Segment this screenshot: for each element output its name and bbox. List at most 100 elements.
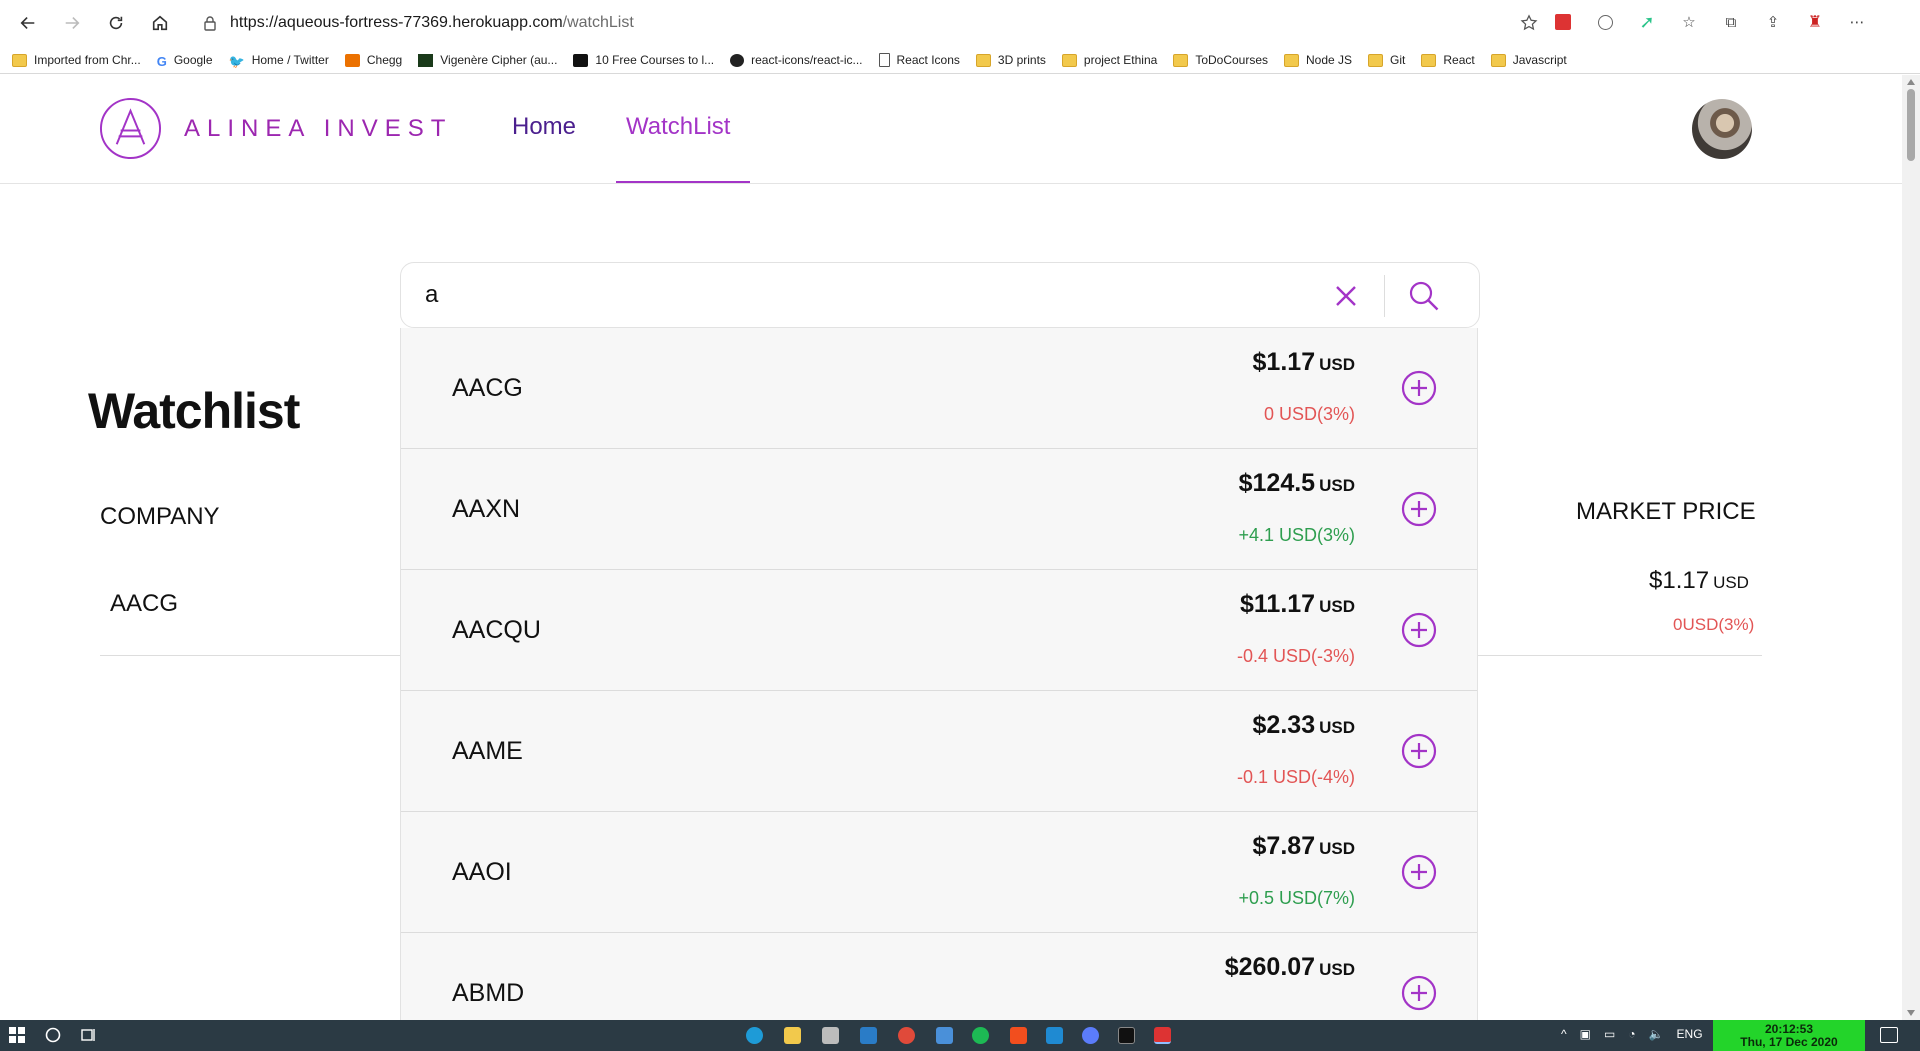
result-price: $2.33 USD xyxy=(1253,711,1355,740)
task-view-icon[interactable] xyxy=(80,1026,98,1044)
avatar[interactable] xyxy=(1692,99,1752,159)
spotify-app-icon[interactable] xyxy=(972,1027,989,1044)
result-change: 0 USD(3%) xyxy=(1263,404,1355,424)
nav-home[interactable]: Home xyxy=(512,113,576,141)
watchlist-row-symbol[interactable]: AACG xyxy=(110,590,178,618)
scroll-down-icon[interactable] xyxy=(1907,1010,1915,1016)
result-symbol: AACQU xyxy=(452,616,541,644)
bookmark-label: Chegg xyxy=(366,53,403,67)
bookmark-item[interactable]: project Ethina xyxy=(1061,53,1157,67)
url-host: https://aqueous-fortress-77369.herokuapp… xyxy=(230,14,563,31)
currency-label: USD xyxy=(1319,839,1355,858)
price-value: $260.07 xyxy=(1224,953,1316,981)
add-to-watchlist-icon[interactable] xyxy=(1401,975,1437,1011)
bookmark-label: Vigenère Cipher (au... xyxy=(440,53,558,67)
bookmark-item[interactable]: Git xyxy=(1368,53,1405,67)
result-symbol: AAXN xyxy=(452,495,521,523)
add-to-watchlist-icon[interactable] xyxy=(1401,370,1437,406)
google-icon: G xyxy=(156,53,167,69)
share-icon[interactable]: ⇪ xyxy=(1762,11,1784,33)
cortana-search-icon[interactable] xyxy=(44,1026,62,1044)
price-value: $7.87 xyxy=(1252,832,1316,860)
result-change: -0.4 USD(-3%) xyxy=(1236,646,1355,666)
collections-icon[interactable]: ⧉ xyxy=(1720,11,1742,33)
bookmark-label: Google xyxy=(173,53,213,67)
brand-logo[interactable]: ALINEA INVEST xyxy=(99,97,452,160)
windows-start-icon[interactable] xyxy=(8,1026,26,1044)
vscode-app-icon[interactable] xyxy=(1046,1027,1063,1044)
windows-taskbar: ^ ▣ ▭ ◔ 🔈 ENG 20:12:53 Thu, 17 Dec 2020 xyxy=(0,1020,1920,1051)
page-icon xyxy=(878,53,890,67)
battery-icon[interactable]: ▭ xyxy=(1604,1027,1615,1041)
notes-app-icon[interactable] xyxy=(936,1027,953,1044)
terminal-app-icon[interactable] xyxy=(1118,1027,1135,1044)
system-clock[interactable]: 20:12:53 Thu, 17 Dec 2020 xyxy=(1713,1020,1865,1051)
add-to-watchlist-icon[interactable] xyxy=(1401,612,1437,648)
store-app-icon[interactable] xyxy=(822,1027,839,1044)
add-to-watchlist-icon[interactable] xyxy=(1401,491,1437,527)
bookmark-item[interactable]: 3D prints xyxy=(975,53,1046,67)
mail-app-icon[interactable] xyxy=(860,1027,877,1044)
result-change: -0.1 USD(-4%) xyxy=(1236,767,1355,787)
favorite-star-icon[interactable] xyxy=(1520,14,1538,32)
search-result-item[interactable]: AAME $2.33 USD -0.1 USD(-4%) xyxy=(401,691,1477,812)
chevron-up-icon[interactable]: ^ xyxy=(1561,1027,1567,1041)
bookmark-item[interactable]: G Google xyxy=(156,53,213,69)
volume-icon[interactable]: 🔈 xyxy=(1649,1027,1664,1041)
nav-watchlist[interactable]: WatchList xyxy=(626,113,730,141)
profile-icon[interactable]: ♜ xyxy=(1804,11,1826,33)
search-result-item[interactable]: AACQU $11.17 USD -0.4 USD(-3%) xyxy=(401,570,1477,691)
folder-icon xyxy=(1368,53,1384,67)
file-explorer-icon[interactable] xyxy=(784,1027,801,1044)
home-button[interactable] xyxy=(144,7,176,39)
folder-icon xyxy=(1061,53,1077,67)
page-scrollbar[interactable] xyxy=(1902,75,1920,1020)
alinea-logo-icon xyxy=(99,97,162,160)
language-indicator[interactable]: ENG xyxy=(1677,1027,1703,1041)
chrome-app-icon[interactable] xyxy=(898,1027,915,1044)
add-to-watchlist-icon[interactable] xyxy=(1401,854,1437,890)
extension-red-icon[interactable] xyxy=(1552,11,1574,33)
tray-app-icon[interactable]: ▣ xyxy=(1580,1027,1591,1041)
bookmark-item[interactable]: 🐦 Home / Twitter xyxy=(229,53,329,69)
bookmark-item[interactable]: Javascript xyxy=(1490,53,1567,67)
more-menu-icon[interactable]: ⋯ xyxy=(1846,11,1868,33)
reload-button[interactable] xyxy=(100,7,132,39)
bookmark-item[interactable]: Imported from Chr... xyxy=(12,53,141,67)
add-to-watchlist-icon[interactable] xyxy=(1401,733,1437,769)
active-browser-app-icon[interactable] xyxy=(1154,1027,1171,1044)
back-button[interactable] xyxy=(12,7,44,39)
bookmark-item[interactable]: Vigenère Cipher (au... xyxy=(418,53,557,67)
figma-app-icon[interactable] xyxy=(1010,1027,1027,1044)
currency-label: USD xyxy=(1319,718,1355,737)
search-result-item[interactable]: AAXN $124.5 USD +4.1 USD(3%) xyxy=(401,449,1477,570)
bookmark-item[interactable]: ToDoCourses xyxy=(1173,53,1268,67)
extension-circle-icon[interactable] xyxy=(1594,11,1616,33)
bookmark-item[interactable]: react-icons/react-ic... xyxy=(730,53,863,67)
clear-search-icon[interactable] xyxy=(1331,281,1361,311)
search-result-item[interactable]: AACG $1.17 USD 0 USD(3%) xyxy=(401,328,1477,449)
price-value: $1.17 xyxy=(1649,567,1710,594)
search-result-item[interactable]: AAOI $7.87 USD +0.5 USD(7%) xyxy=(401,812,1477,933)
bookmark-label: react-icons/react-ic... xyxy=(751,53,863,67)
search-result-item[interactable]: ABMD $260.07 USD xyxy=(401,933,1477,1020)
scroll-thumb[interactable] xyxy=(1907,89,1915,161)
extension-arrow-icon[interactable]: ➚ xyxy=(1636,11,1658,33)
edge-app-icon[interactable] xyxy=(746,1027,763,1044)
bookmark-item[interactable]: React xyxy=(1421,53,1475,67)
address-bar[interactable]: https://aqueous-fortress-77369.herokuapp… xyxy=(188,7,1548,39)
bookmark-item[interactable]: 10 Free Courses to l... xyxy=(573,53,714,67)
chat-app-icon[interactable] xyxy=(1082,1027,1099,1044)
search-icon[interactable] xyxy=(1407,279,1441,313)
bookmark-item[interactable]: Node JS xyxy=(1284,53,1352,67)
scroll-up-icon[interactable] xyxy=(1907,79,1915,85)
forward-button[interactable] xyxy=(56,7,88,39)
favorites-icon[interactable]: ☆ xyxy=(1678,11,1700,33)
network-icon[interactable]: ◔ xyxy=(1628,1027,1635,1041)
notification-center-icon[interactable] xyxy=(1880,1027,1898,1043)
arrow-left-icon xyxy=(20,17,35,29)
search-input[interactable] xyxy=(425,277,1225,313)
bookmark-item[interactable]: React Icons xyxy=(878,53,960,67)
price-value: $124.5 xyxy=(1238,469,1316,497)
bookmark-item[interactable]: Chegg xyxy=(344,53,403,67)
